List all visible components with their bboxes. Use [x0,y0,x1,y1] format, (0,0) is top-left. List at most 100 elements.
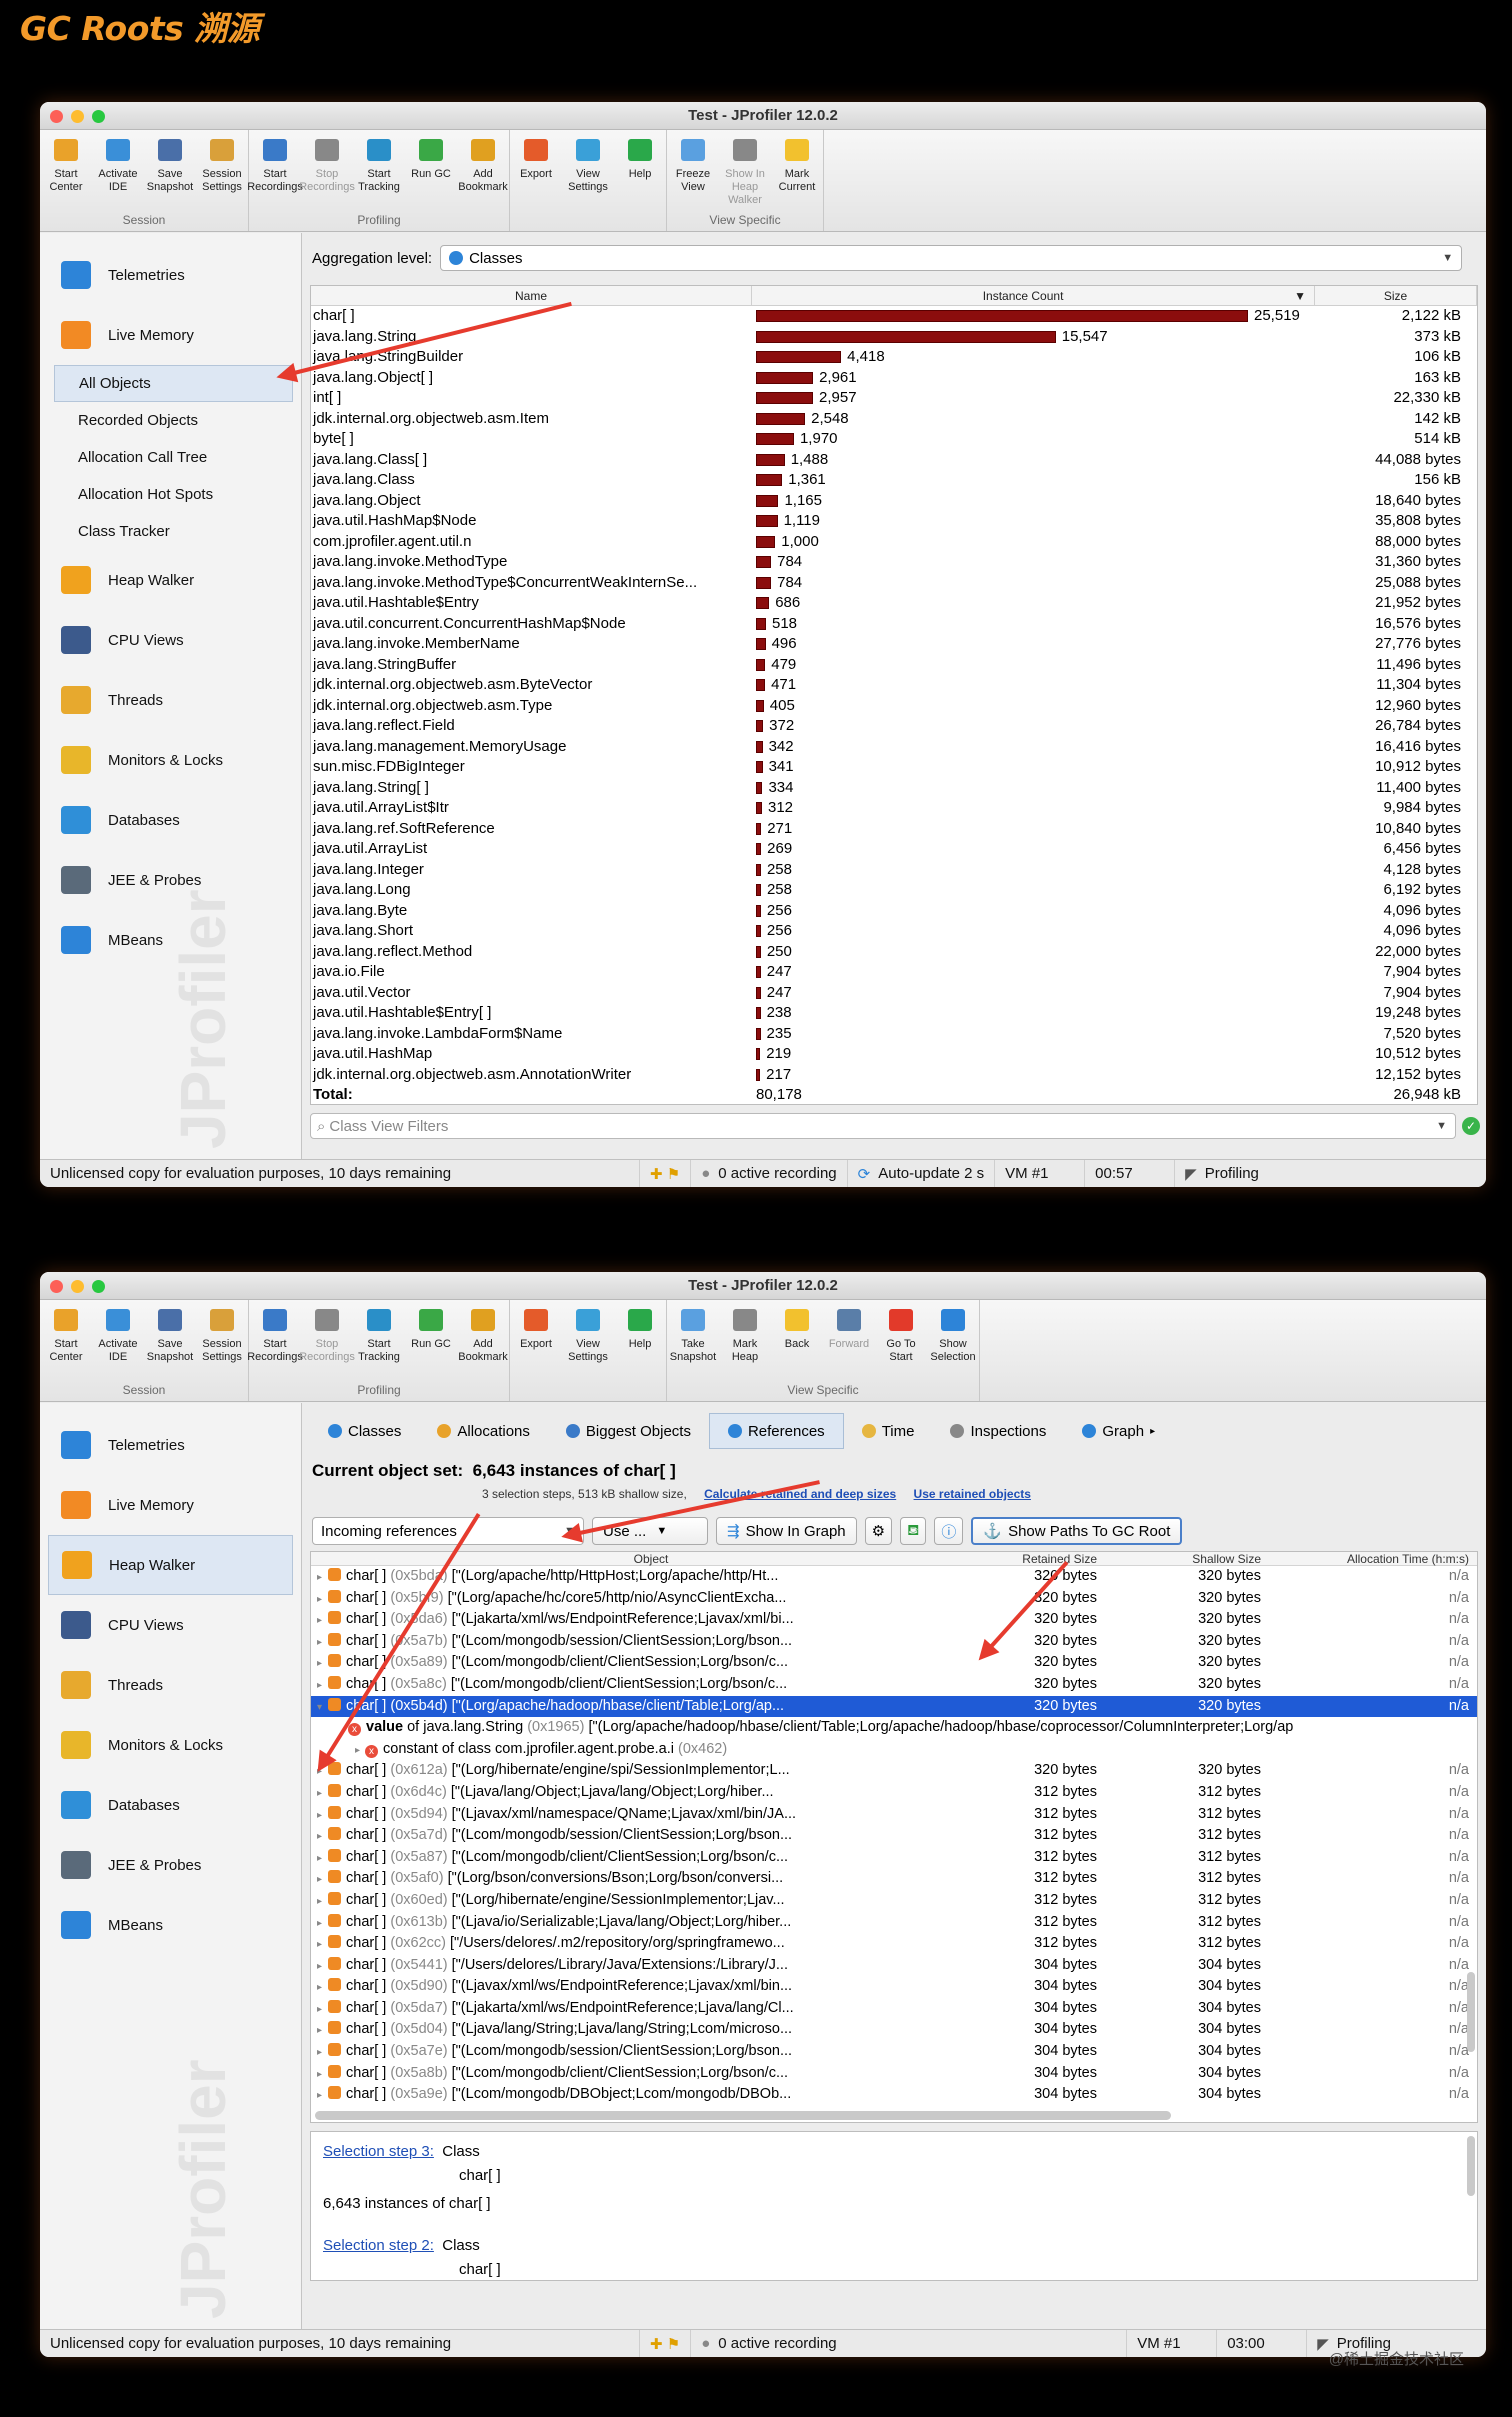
column-header-instance-count[interactable]: Instance Count ▼ [752,286,1315,305]
table-row[interactable]: java.util.Hashtable$Entry[ ] 238 19,248 by… [311,1003,1477,1024]
chevron-right-icon[interactable]: ▸ [317,2090,322,2101]
tab-references[interactable]: References [708,1413,844,1449]
sidebar-item-live-memory[interactable]: Live Memory [40,305,301,365]
minimize-window-button[interactable] [71,1280,84,1293]
tab-time[interactable]: Time [844,1413,933,1449]
table-row[interactable]: java.lang.management.MemoryUsage 342 16,41… [311,737,1477,758]
bookmark-icons[interactable]: ✚ ⚑ [640,1160,692,1187]
table-row[interactable]: java.util.ArrayList 269 6,456 bytes [311,839,1477,860]
export-button[interactable]: Export [510,136,562,181]
sidebar-item-heap-walker[interactable]: Heap Walker [40,550,301,610]
sidebar-item-cpu-views[interactable]: CPU Views [40,1595,301,1655]
table-row[interactable]: java.util.ArrayList$Itr 312 9,984 bytes [311,798,1477,819]
column-header-shallow[interactable]: Shallow Size [1105,1552,1275,1566]
sidebar-subitem-recorded-objects[interactable]: Recorded Objects [40,402,301,439]
sidebar-item-databases[interactable]: Databases [40,790,301,850]
bookmark-icons[interactable]: ✚ ⚑ [640,2330,692,2357]
start-tracking-button[interactable]: Start Tracking [353,136,405,194]
table-row[interactable]: java.util.Hashtable$Entry 686 21,952 bytes [311,593,1477,614]
chevron-right-icon[interactable]: ▸ [317,1918,322,1929]
column-header-alloc-time[interactable]: Allocation Time (h:m:s) [1275,1552,1477,1566]
class-view-filter-input[interactable]: ⌕ Class View Filters ▼ [310,1113,1456,1139]
table-row[interactable]: com.jprofiler.agent.util.n 1,000 88,000 by… [311,532,1477,553]
tree-row[interactable]: ▸ char[ ] (0x5a7e) ["(Lcom/mongodb/sessio… [311,2041,1477,2063]
chevron-right-icon[interactable]: ▸ [317,1572,322,1583]
activate-ide-button[interactable]: Activate IDE [92,136,144,194]
table-row[interactable]: java.lang.invoke.MethodType$ConcurrentWe… [311,573,1477,594]
chevron-right-icon[interactable]: ▸ [317,1896,322,1907]
use-button[interactable]: Use ... ▼ [592,1517,708,1545]
filter-button[interactable]: ⛾ [900,1517,927,1545]
close-window-button[interactable] [50,110,63,123]
use-retained-link[interactable]: Use retained objects [914,1487,1031,1501]
start-center-button[interactable]: Start Center [40,136,92,194]
chevron-right-icon[interactable]: ▸ [317,1939,322,1950]
zoom-window-button[interactable] [92,110,105,123]
table-row[interactable]: jdk.internal.org.objectweb.asm.Type 405 12… [311,696,1477,717]
close-window-button[interactable] [50,1280,63,1293]
mark-heap-button[interactable]: Mark Heap [719,1306,771,1364]
table-row[interactable]: sun.misc.FDBigInteger 341 10,912 bytes [311,757,1477,778]
table-row[interactable]: java.lang.Integer 258 4,128 bytes [311,860,1477,881]
sidebar-item-databases[interactable]: Databases [40,1775,301,1835]
tree-row[interactable]: ▸ char[ ] (0x6d4c) ["(Ljava/lang/Object;L… [311,1782,1477,1804]
freeze-view-button[interactable]: Freeze View [667,136,719,194]
session-settings-button[interactable]: Session Settings [196,136,248,194]
column-header-name[interactable]: Name [311,286,752,305]
filter-ok-icon[interactable]: ✓ [1462,1117,1480,1135]
table-row[interactable]: java.lang.Class 1,361 156 kB [311,470,1477,491]
table-row[interactable]: java.util.concurrent.ConcurrentHashMap$N… [311,614,1477,635]
tree-row[interactable]: ▸ char[ ] (0x5da6) ["(Ljakarta/xml/ws/End… [311,1609,1477,1631]
table-row[interactable]: java.lang.String 15,547 373 kB [311,327,1477,348]
tree-row[interactable]: ▸ char[ ] (0x5bf9) ["(Lorg/apache/hc/core… [311,1588,1477,1610]
sidebar-subitem-all-objects[interactable]: All Objects [54,365,293,402]
selection-step-3-link[interactable]: Selection step 3: [323,2143,434,2160]
table-row[interactable]: java.lang.StringBuffer 479 11,496 bytes [311,655,1477,676]
chevron-right-icon[interactable]: ▸ [355,1745,360,1756]
add-bookmark-button[interactable]: Add Bookmark [457,1306,509,1364]
tree-row[interactable]: ▸ char[ ] (0x5d90) ["(Ljavax/xml/ws/Endpo… [311,1976,1477,1998]
tab-classes[interactable]: Classes [310,1413,419,1449]
go-to-start-button[interactable]: Go To Start [875,1306,927,1364]
table-row[interactable]: java.lang.StringBuilder 4,418 106 kB [311,347,1477,368]
tree-row[interactable]: ▸ char[ ] (0x5441) ["/Users/delores/Libra… [311,1955,1477,1977]
save-snapshot-button[interactable]: Save Snapshot [144,1306,196,1364]
chevron-right-icon[interactable]: ▸ [317,2069,322,2080]
chevron-right-icon[interactable]: ▸ [317,1810,322,1821]
tree-row[interactable]: ▸ char[ ] (0x5d94) ["(Ljavax/xml/namespac… [311,1804,1477,1826]
export-button[interactable]: Export [510,1306,562,1351]
session-settings-button[interactable]: Session Settings [196,1306,248,1364]
chevron-right-icon[interactable]: ▸ [317,1874,322,1885]
sidebar-subitem-class-tracker[interactable]: Class Tracker [40,513,301,550]
tree-row[interactable]: ▸ char[ ] (0x5a87) ["(Lcom/mongodb/client… [311,1847,1477,1869]
sidebar-item-telemetries[interactable]: Telemetries [40,1415,301,1475]
run-gc-button[interactable]: Run GC [405,136,457,181]
sidebar-item-mbeans[interactable]: MBeans [40,1895,301,1955]
selection-step-2-link[interactable]: Selection step 2: [323,2237,434,2254]
table-row[interactable]: jdk.internal.org.objectweb.asm.ByteVecto… [311,675,1477,696]
chevron-right-icon[interactable]: ▸ [317,2047,322,2058]
table-row[interactable]: java.lang.String[ ] 334 11,400 bytes [311,778,1477,799]
save-snapshot-button[interactable]: Save Snapshot [144,136,196,194]
tree-row[interactable]: ▸ char[ ] (0x613b) ["(Ljava/io/Serializab… [311,1912,1477,1934]
mark-current-button[interactable]: Mark Current [771,136,823,194]
sidebar-subitem-allocation-call-tree[interactable]: Allocation Call Tree [40,439,301,476]
tree-row[interactable]: ▸ char[ ] (0x5af0) ["(Lorg/bson/conversio… [311,1868,1477,1890]
table-row[interactable]: java.util.HashMap 219 10,512 bytes [311,1044,1477,1065]
chevron-right-icon[interactable]: ▸ [317,1658,322,1669]
table-row[interactable]: jdk.internal.org.objectweb.asm.Annotatio… [311,1065,1477,1086]
table-row[interactable]: java.lang.invoke.LambdaForm$Name 235 7,520… [311,1024,1477,1045]
sidebar-item-heap-walker[interactable]: Heap Walker [48,1535,293,1595]
sidebar-item-threads[interactable]: Threads [40,670,301,730]
tab-graph[interactable]: Graph ▸ [1064,1413,1173,1449]
table-row[interactable]: java.lang.reflect.Method 250 22,000 bytes [311,942,1477,963]
sidebar-item-jee-probes[interactable]: JEE & Probes [40,1835,301,1895]
column-header-retained[interactable]: Retained Size [991,1552,1105,1566]
table-row[interactable]: java.lang.Long 258 6,192 bytes [311,880,1477,901]
sidebar-subitem-allocation-hot-spots[interactable]: Allocation Hot Spots [40,476,301,513]
tree-row[interactable]: ▸ char[ ] (0x5a9e) ["(Lcom/mongodb/DBObje… [311,2084,1477,2106]
activate-ide-button[interactable]: Activate IDE [92,1306,144,1364]
chevron-right-icon[interactable]: ▸ [317,1615,322,1626]
start-recordings-button[interactable]: Start Recordings [247,136,303,194]
take-snapshot-button[interactable]: Take Snapshot [667,1306,719,1364]
